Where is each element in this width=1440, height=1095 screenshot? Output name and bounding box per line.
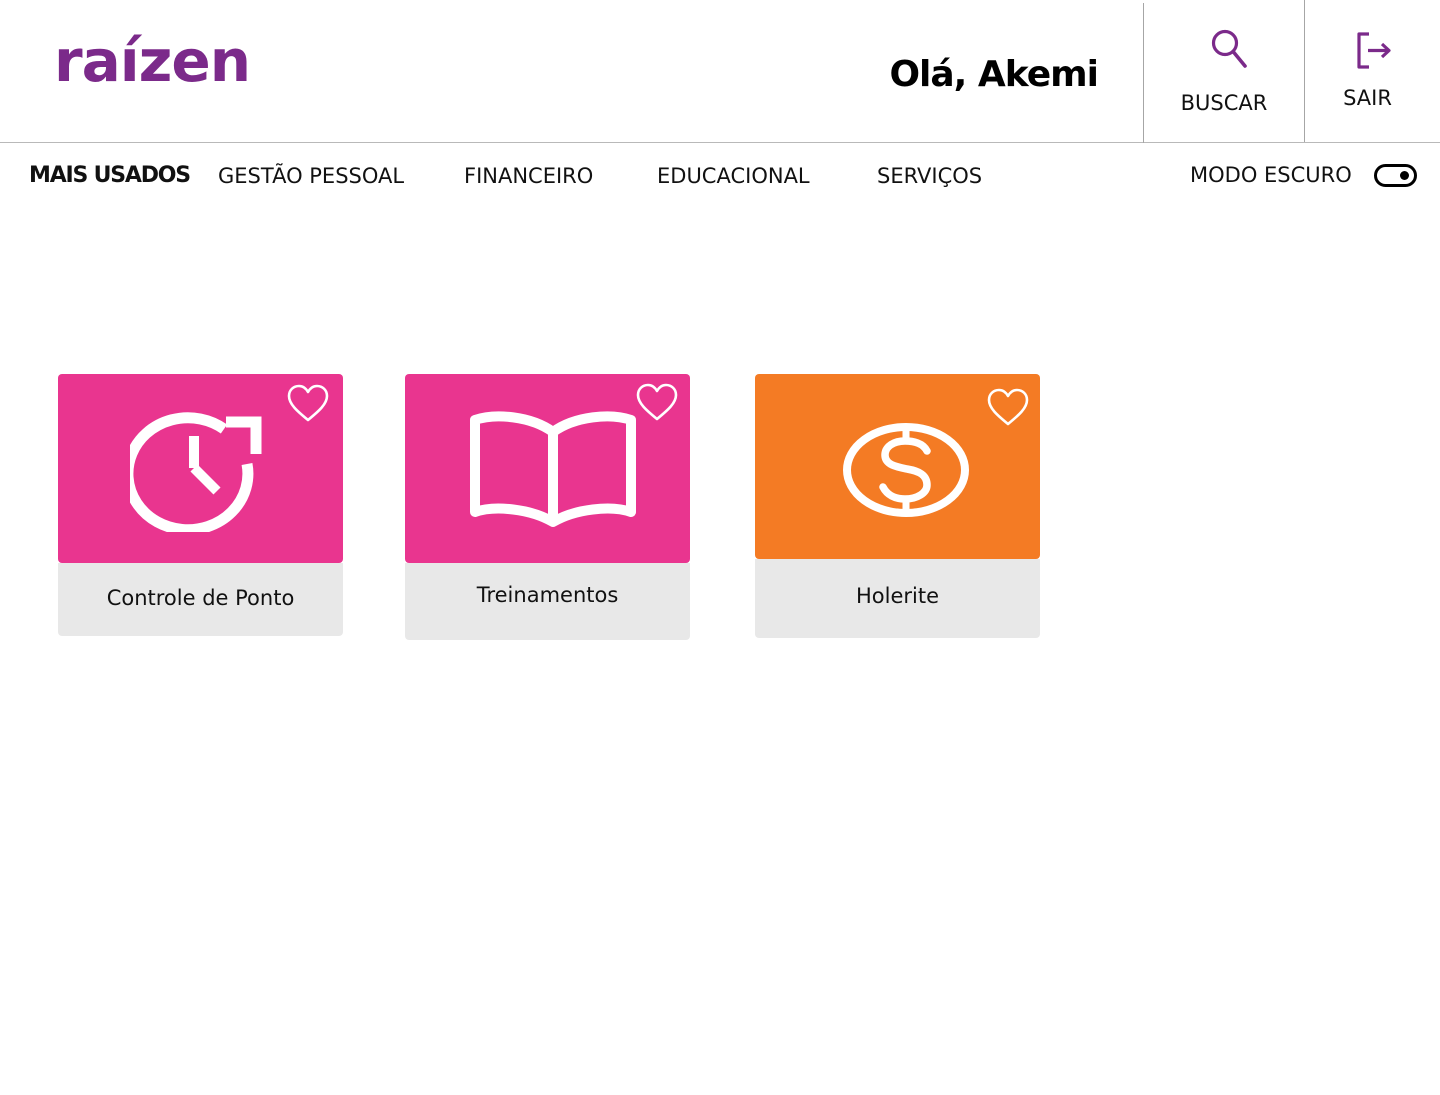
- heart-icon[interactable]: [287, 384, 329, 424]
- dollar-coin-icon: [841, 423, 973, 523]
- greeting: Olá, Akemi: [889, 54, 1099, 95]
- heart-icon[interactable]: [987, 388, 1029, 428]
- clock-refresh-icon: [122, 412, 262, 536]
- header: raízen Olá, Akemi BUSCAR SAIR: [0, 0, 1440, 143]
- category-nav: MAIS USADOS GESTÃO PESSOAL FINANCEIRO ED…: [0, 150, 1440, 200]
- card-label: Treinamentos: [405, 563, 690, 640]
- logout-button[interactable]: SAIR: [1305, 0, 1430, 142]
- search-label: BUSCAR: [1180, 91, 1268, 115]
- toggle-knob: [1400, 171, 1409, 180]
- tab-educacional[interactable]: EDUCACIONAL: [657, 162, 810, 190]
- heart-icon[interactable]: [636, 383, 678, 423]
- toggle-switch[interactable]: [1374, 164, 1417, 187]
- tab-gestao-pessoal[interactable]: GESTÃO PESSOAL: [218, 162, 404, 190]
- logout-label: SAIR: [1343, 86, 1392, 110]
- search-icon: [1210, 28, 1250, 76]
- card-label: Controle de Ponto: [58, 563, 343, 636]
- raizen-logo[interactable]: raízen: [54, 26, 251, 96]
- logout-icon: [1355, 31, 1395, 75]
- dark-mode-label: MODO ESCURO: [1190, 163, 1352, 187]
- card-controle-de-ponto[interactable]: Controle de Ponto: [58, 374, 344, 636]
- tab-mais-usados[interactable]: MAIS USADOS: [29, 162, 191, 190]
- search-button[interactable]: BUSCAR: [1144, 0, 1304, 142]
- card-holerite[interactable]: Holerite: [755, 374, 1041, 638]
- tab-servicos[interactable]: SERVIÇOS: [877, 162, 982, 190]
- open-book-icon: [465, 408, 641, 534]
- tab-financeiro[interactable]: FINANCEIRO: [464, 162, 593, 190]
- card-treinamentos[interactable]: Treinamentos: [405, 374, 691, 640]
- card-label: Holerite: [755, 559, 1040, 638]
